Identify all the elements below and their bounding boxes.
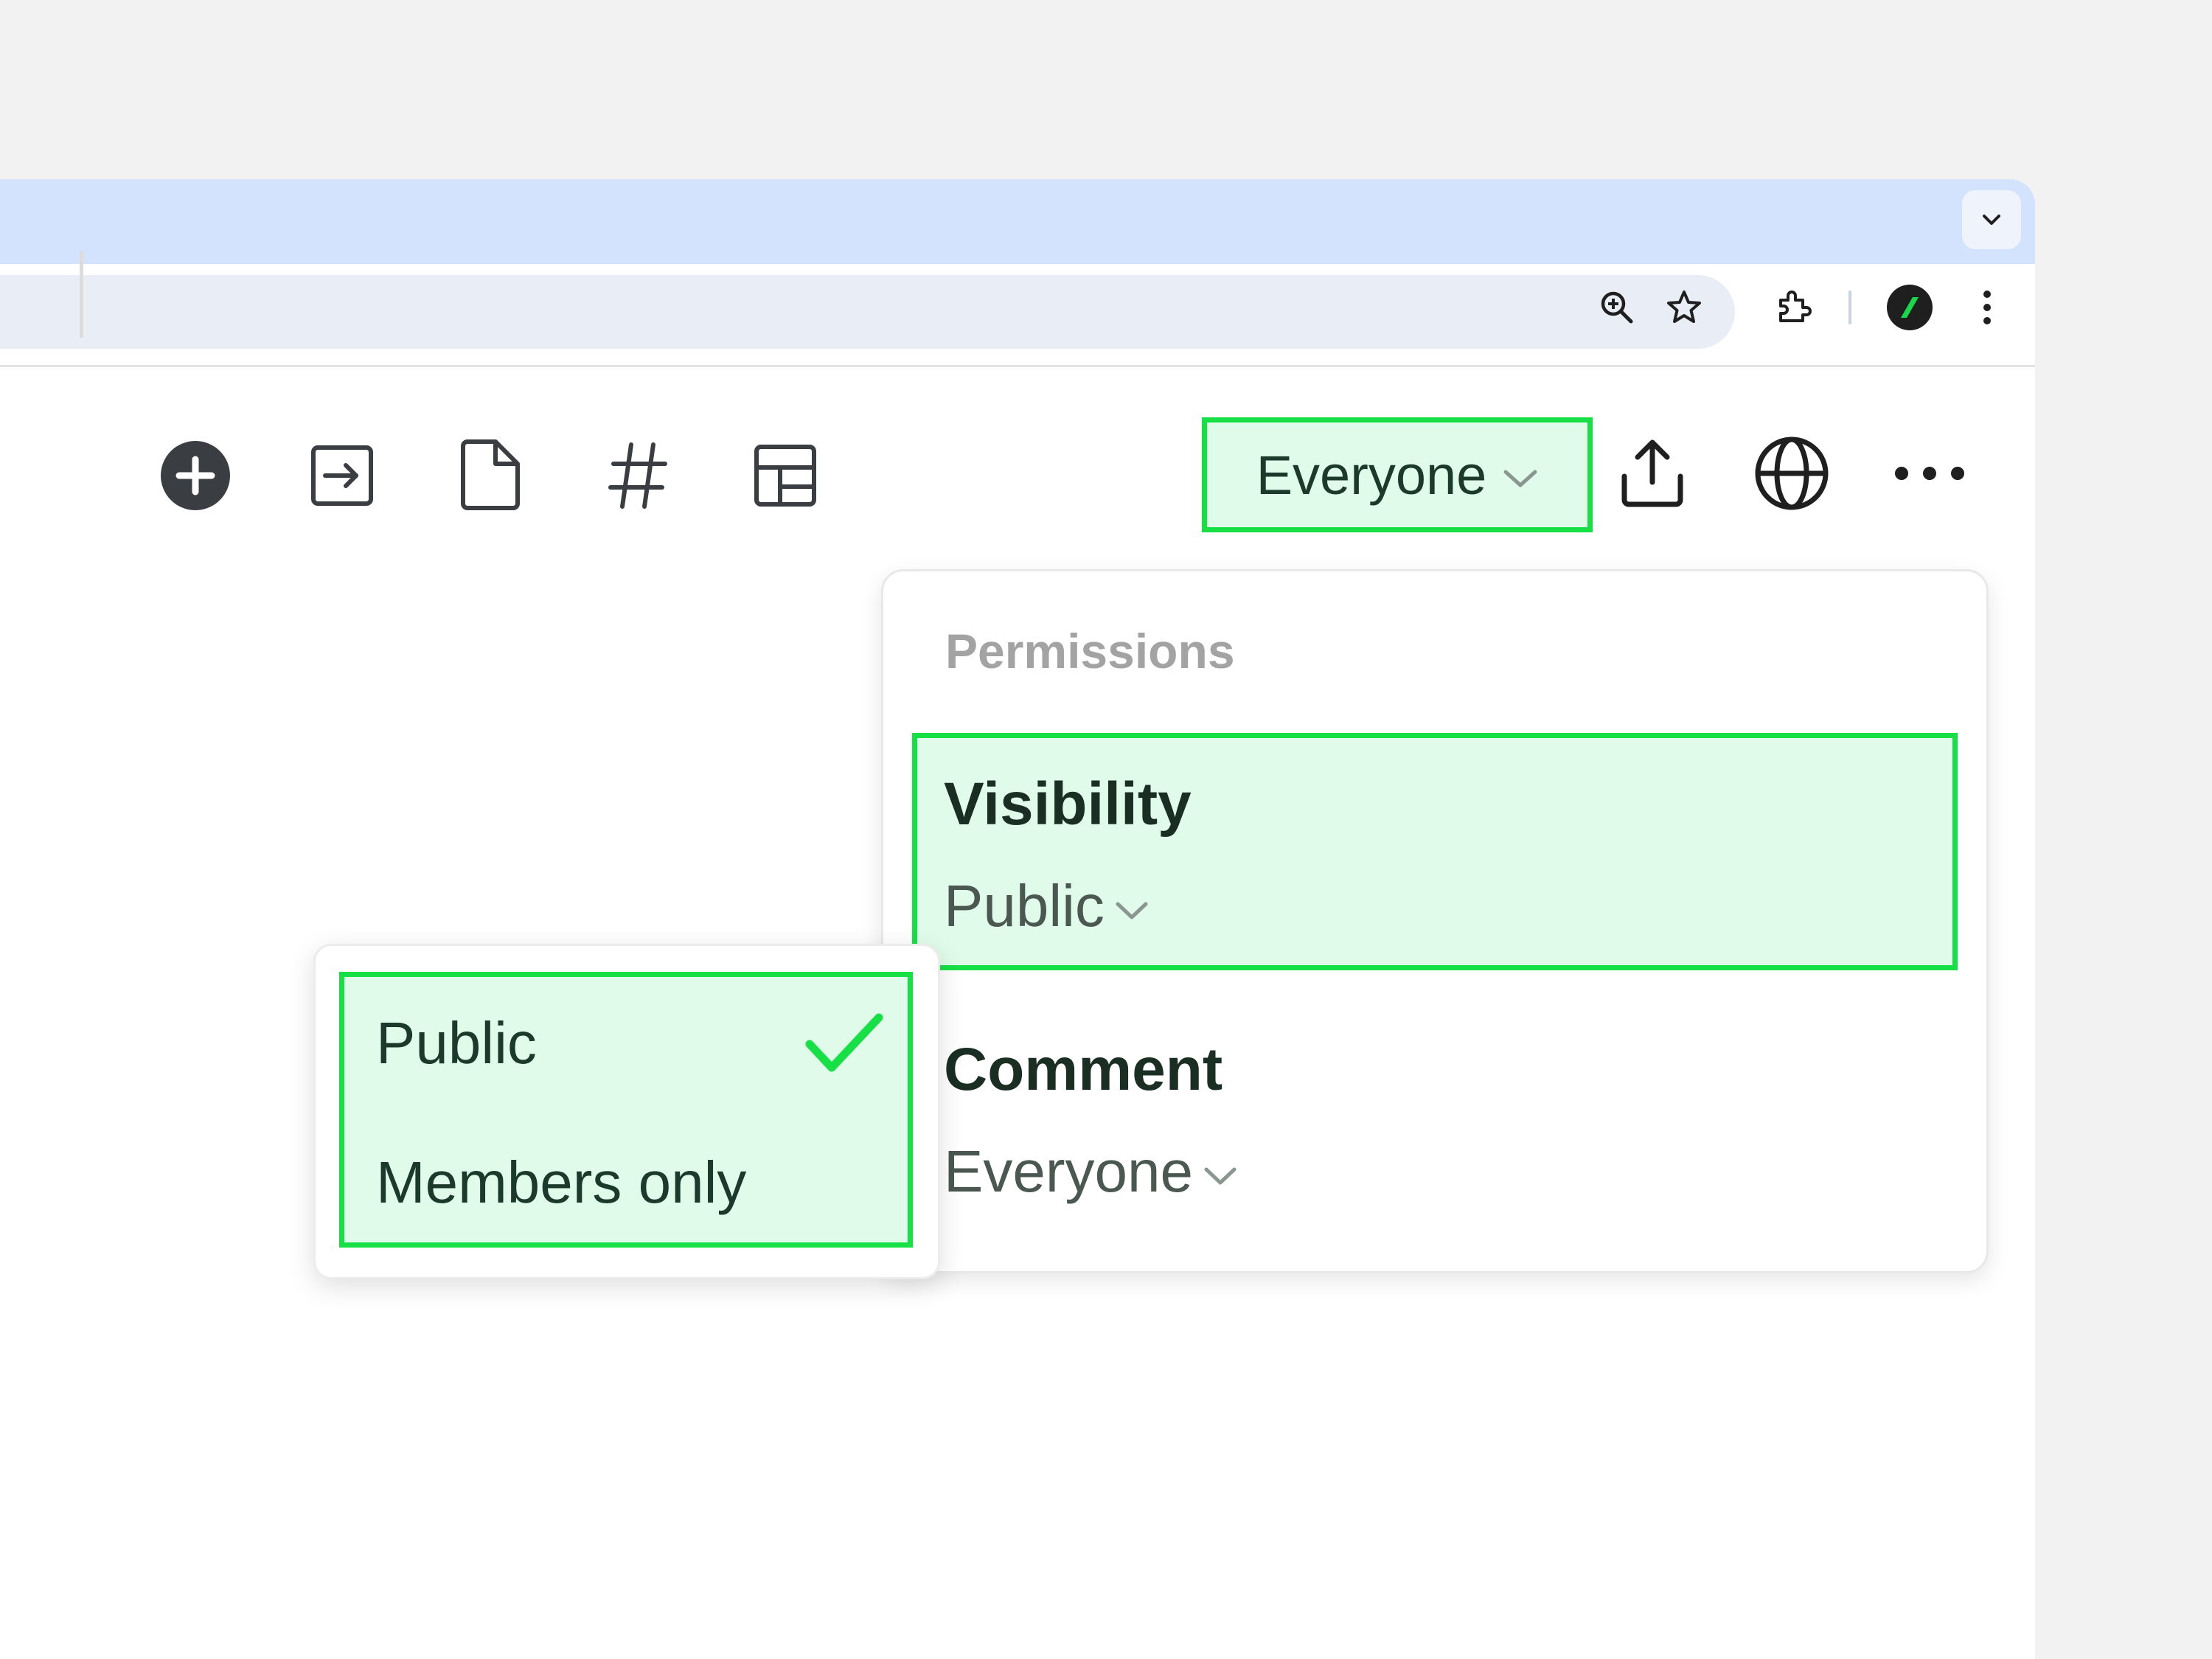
toolbar-divider bbox=[1848, 291, 1851, 324]
share-upload-icon[interactable] bbox=[1612, 433, 1693, 514]
browser-toolbar bbox=[0, 264, 2035, 367]
tab-search-button[interactable] bbox=[1962, 190, 2021, 249]
chevron-down-icon bbox=[1503, 470, 1537, 487]
checkmark-icon bbox=[805, 1013, 883, 1072]
chevron-down-icon bbox=[1116, 902, 1148, 919]
visibility-dropdown[interactable]: Public bbox=[944, 872, 1149, 940]
layout-icon[interactable] bbox=[745, 435, 826, 516]
page-icon[interactable] bbox=[450, 435, 531, 516]
more-icon[interactable] bbox=[1889, 433, 1970, 514]
visibility-label: Visibility bbox=[944, 771, 1192, 838]
comment-label: Comment bbox=[944, 1036, 1223, 1103]
globe-icon[interactable] bbox=[1751, 433, 1832, 514]
app-toolbar-divider bbox=[80, 251, 83, 338]
audience-dropdown-label: Everyone bbox=[1256, 444, 1487, 506]
zoom-icon[interactable] bbox=[1591, 282, 1643, 333]
visibility-value: Public bbox=[944, 873, 1105, 939]
add-circle-icon[interactable] bbox=[155, 435, 236, 516]
extensions-icon[interactable] bbox=[1768, 282, 1820, 333]
hashtag-icon[interactable] bbox=[597, 435, 678, 516]
chevron-down-icon bbox=[1983, 215, 2000, 225]
profile-icon[interactable] bbox=[1887, 285, 1933, 330]
comment-dropdown[interactable]: Everyone bbox=[944, 1138, 1237, 1206]
permissions-title: Permissions bbox=[945, 624, 1235, 678]
chevron-down-icon bbox=[1204, 1167, 1237, 1185]
audience-dropdown-button[interactable]: Everyone bbox=[1202, 417, 1593, 532]
address-bar[interactable] bbox=[0, 275, 1735, 349]
star-icon[interactable] bbox=[1658, 282, 1710, 333]
option-members-only[interactable]: Members only bbox=[376, 1149, 746, 1217]
option-public[interactable]: Public bbox=[376, 1009, 537, 1077]
tab-strip bbox=[0, 179, 2035, 264]
move-to-icon[interactable] bbox=[302, 435, 383, 516]
kebab-menu-icon[interactable] bbox=[1961, 282, 2013, 333]
comment-value: Everyone bbox=[944, 1138, 1193, 1204]
